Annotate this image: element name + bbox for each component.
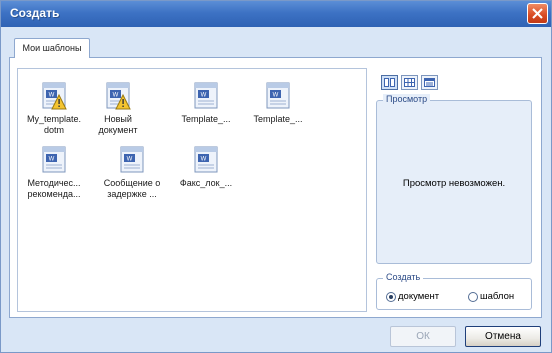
details-view-button[interactable] bbox=[421, 75, 438, 90]
template-label: Сообщение о задержке ... bbox=[103, 178, 161, 199]
list-view-icon bbox=[404, 78, 415, 87]
template-item[interactable]: W Новый документ bbox=[86, 81, 150, 136]
template-label: Факс_лок_... bbox=[179, 178, 233, 188]
tab-my-templates[interactable]: Мои шаблоны bbox=[14, 38, 90, 58]
preview-group: Просмотр Просмотр невозможен. bbox=[376, 94, 532, 264]
radio-checked-icon bbox=[386, 292, 396, 302]
word-template-icon: W bbox=[120, 146, 144, 173]
word-template-icon: W bbox=[42, 146, 66, 173]
close-button[interactable] bbox=[527, 3, 548, 24]
template-label: Методичес... рекоменда... bbox=[27, 178, 81, 199]
svg-text:W: W bbox=[49, 157, 55, 163]
template-label: Template_... bbox=[253, 114, 303, 124]
template-item[interactable]: W Сообщение о задержке ... bbox=[100, 145, 164, 200]
cancel-button[interactable]: Отмена bbox=[465, 326, 541, 347]
title-bar[interactable]: Создать bbox=[1, 1, 551, 27]
word-template-macro-icon: W bbox=[42, 82, 67, 110]
preview-legend: Просмотр bbox=[383, 94, 431, 104]
svg-text:W: W bbox=[113, 93, 119, 99]
template-item[interactable]: W Template_... bbox=[174, 81, 238, 125]
template-item[interactable]: W My_template. dotm bbox=[22, 81, 86, 136]
template-label: Новый документ bbox=[98, 114, 138, 135]
radio-unchecked-icon bbox=[468, 292, 478, 302]
template-item[interactable]: W Методичес... рекоменда... bbox=[22, 145, 86, 200]
large-icons-view-button[interactable] bbox=[381, 75, 398, 90]
word-template-icon: W bbox=[194, 146, 218, 173]
template-label: My_template. dotm bbox=[26, 114, 82, 135]
dialog-title: Создать bbox=[10, 6, 60, 20]
radio-document-label: документ bbox=[398, 291, 440, 302]
svg-text:W: W bbox=[201, 157, 207, 163]
svg-text:W: W bbox=[127, 157, 133, 163]
word-template-icon: W bbox=[194, 82, 218, 109]
template-label: Template_... bbox=[181, 114, 231, 124]
details-view-icon bbox=[424, 78, 435, 87]
ok-button[interactable]: ОК bbox=[390, 326, 456, 347]
word-template-macro-icon: W bbox=[106, 82, 131, 110]
svg-text:W: W bbox=[201, 93, 207, 99]
template-item[interactable]: W Template_... bbox=[246, 81, 310, 125]
template-item[interactable]: W Факс_лок_... bbox=[174, 145, 238, 189]
radio-document[interactable]: документ bbox=[386, 291, 439, 303]
list-view-button[interactable] bbox=[401, 75, 418, 90]
close-icon bbox=[532, 8, 543, 19]
svg-text:W: W bbox=[49, 93, 55, 99]
word-template-icon: W bbox=[266, 82, 290, 109]
svg-text:W: W bbox=[273, 93, 279, 99]
create-legend: Создать bbox=[383, 272, 424, 282]
preview-message: Просмотр невозможен. bbox=[402, 178, 506, 189]
radio-template-label: шаблон bbox=[480, 291, 515, 302]
large-icons-view-icon bbox=[384, 78, 395, 87]
template-list[interactable]: W My_template. dotm W Новый документ W T… bbox=[17, 68, 367, 312]
radio-template[interactable]: шаблон bbox=[468, 291, 514, 303]
create-as-group: Создать документ шаблон bbox=[376, 272, 532, 310]
